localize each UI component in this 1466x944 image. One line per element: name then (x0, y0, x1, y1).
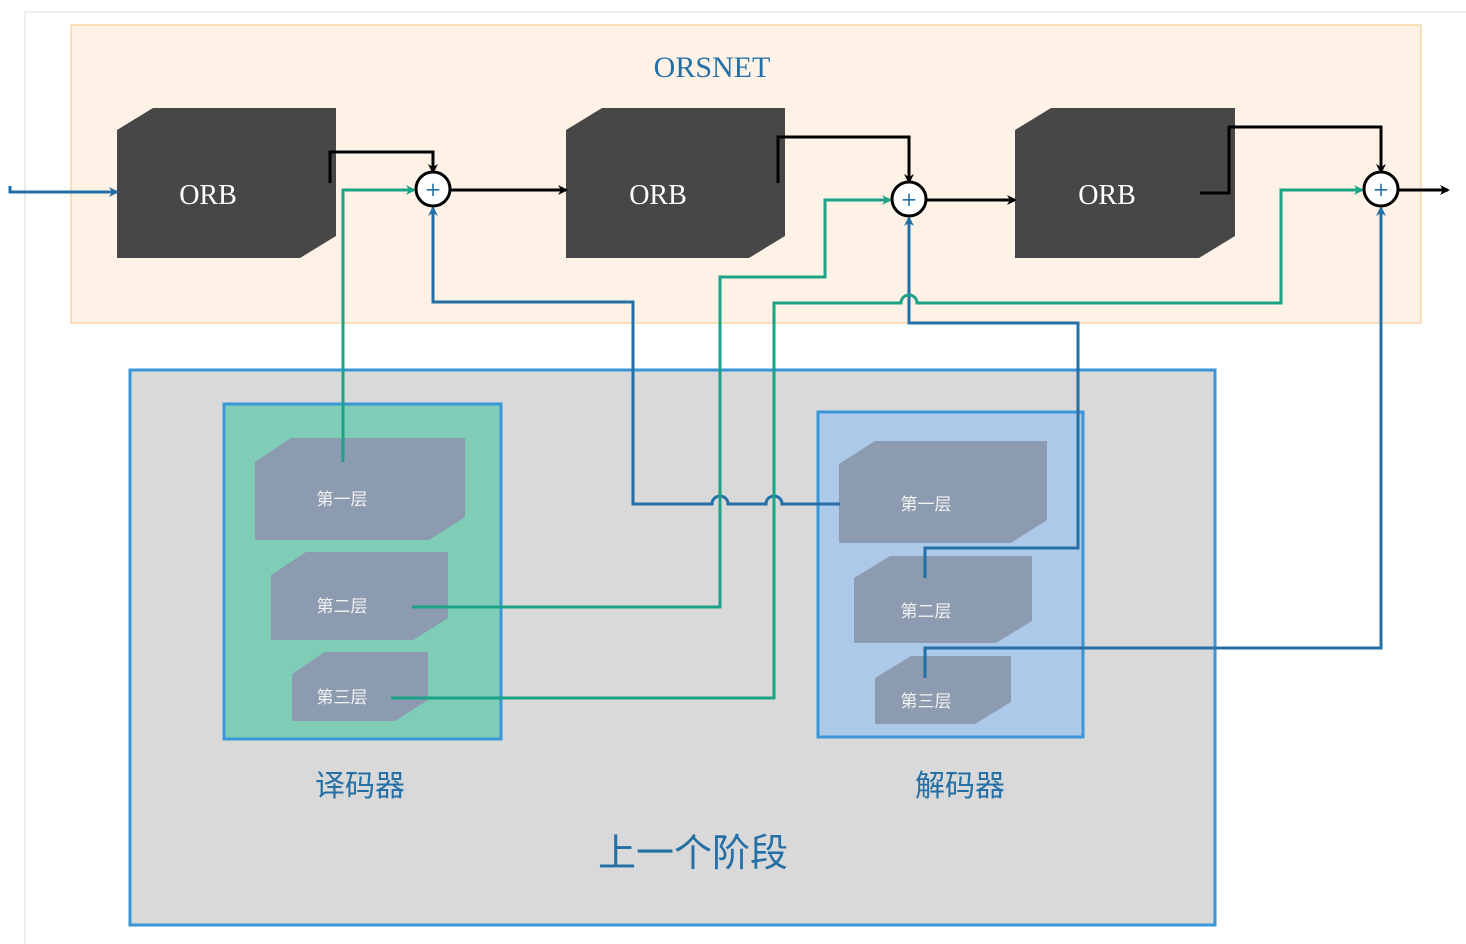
orsnet-title: ORSNET (654, 51, 771, 84)
decoder-layer-1 (839, 441, 1047, 543)
sum-node-2: + (890, 180, 928, 218)
encoder-label: 译码器 (315, 769, 405, 804)
encoder-layer-2-label: 第二层 (317, 597, 368, 617)
encoder-layer-1-label: 第一层 (317, 490, 368, 510)
encoder-layer-2 (271, 552, 448, 640)
orb-3-label: ORB (1078, 180, 1136, 211)
decoder-layer-3 (875, 656, 1011, 724)
encoder-layer-3-label: 第三层 (317, 688, 368, 708)
sum-node-1: + (414, 170, 452, 208)
decoder-layer-2 (854, 556, 1032, 643)
orsnet-diagram: ORSNET 第一层 第二层 第三层 第一层 第二层 第三层 译码器 解码器 上… (8, 11, 1466, 944)
plus-icon: + (425, 177, 442, 201)
decoder-layer-3-label: 第三层 (901, 692, 952, 712)
orb-1-label: ORB (179, 180, 237, 211)
plus-icon: + (901, 187, 918, 211)
decoder-label: 解码器 (915, 769, 1005, 804)
encoder-layer-1 (255, 438, 465, 540)
previous-stage-label: 上一个阶段 (598, 831, 788, 875)
encoder-layer-3 (292, 652, 428, 721)
orb-2-label: ORB (629, 180, 687, 211)
plus-icon: + (1373, 177, 1390, 201)
decoder-layer-2-label: 第二层 (901, 602, 952, 622)
decoder-layer-1-label: 第一层 (901, 495, 952, 515)
sum-node-3: + (1362, 170, 1400, 208)
